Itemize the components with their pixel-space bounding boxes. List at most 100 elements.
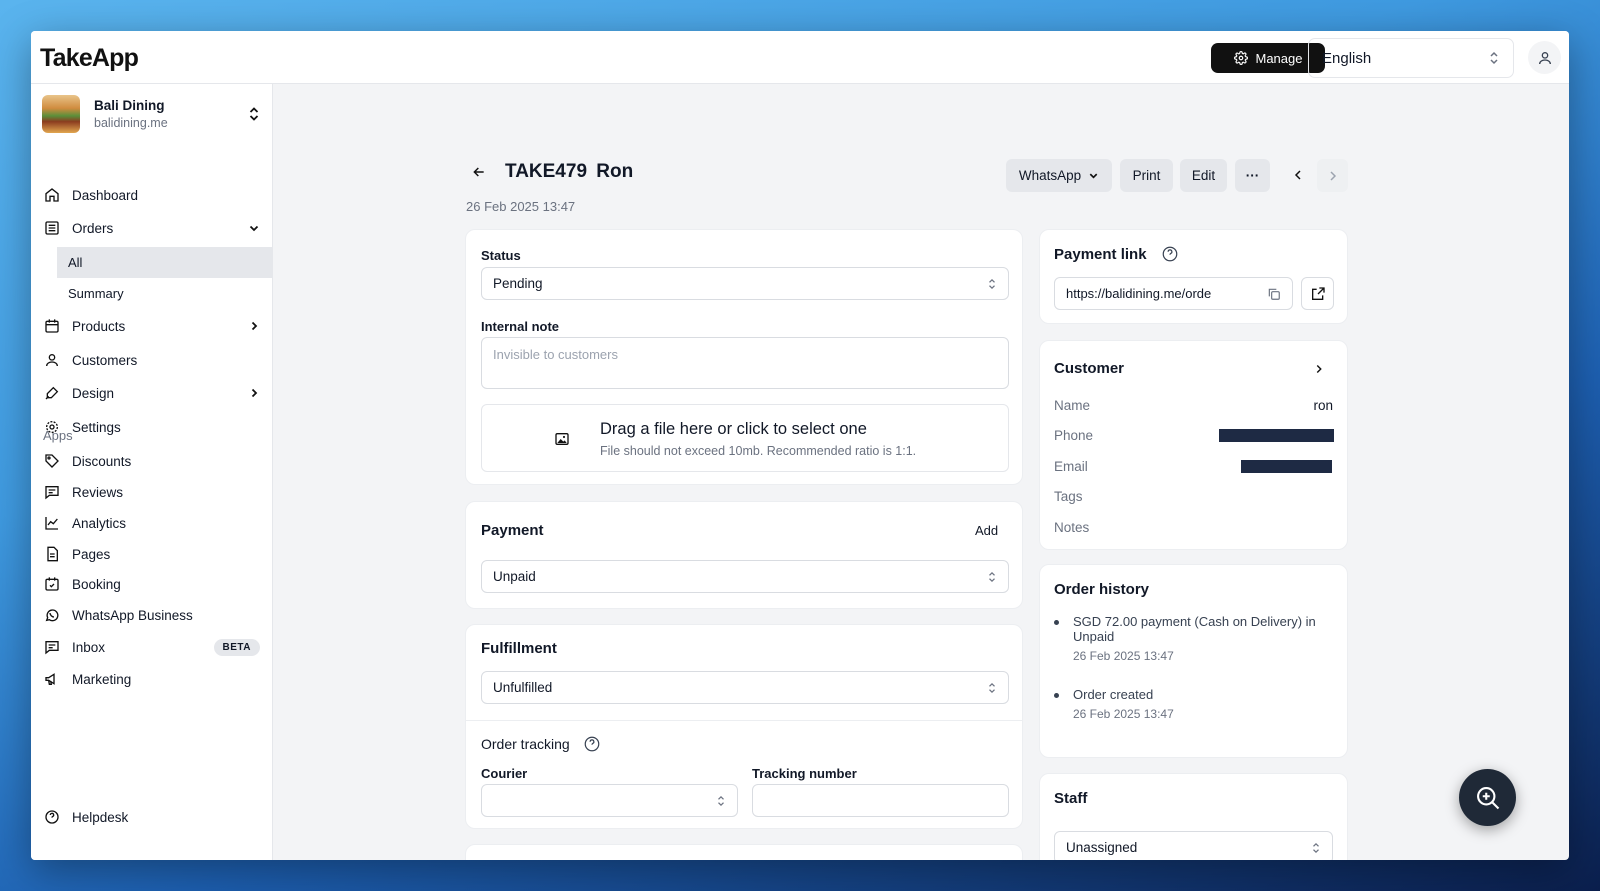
staff-title: Staff [1054,790,1088,807]
sidebar-item-settings[interactable]: Settings [43,412,260,442]
phone-redacted [1219,429,1334,442]
gear-icon [1233,51,1248,65]
payment-title: Payment [481,522,544,539]
sidebar-item-design[interactable]: Design [43,378,260,408]
status-select[interactable]: Pending [481,267,1009,300]
history-item-date: 26 Feb 2025 13:47 [1073,707,1174,721]
sidebar-item-customers[interactable]: Customers [43,345,260,375]
chevron-down-icon [248,222,260,234]
prev-order-button[interactable] [1290,167,1306,183]
zoom-assistant-button[interactable] [1459,769,1516,826]
sidebar-item-reviews[interactable]: Reviews [43,477,260,507]
fulfillment-status-select[interactable]: Unfulfilled [481,671,1009,704]
edit-button[interactable]: Edit [1180,159,1227,192]
chevron-updown-icon [248,106,260,122]
print-button[interactable]: Print [1120,159,1173,192]
staff-select[interactable]: Unassigned [1054,831,1333,860]
sidebar-item-dashboard[interactable]: Dashboard [43,180,260,210]
sidebar-item-inbox[interactable]: Inbox BETA [43,632,260,662]
language-value: English [1322,49,1372,67]
chevron-right-icon [248,320,260,332]
customer-title: Customer [1054,360,1125,377]
staff-value: Unassigned [1066,840,1138,855]
history-item-text: SGD 72.00 payment (Cash on Delivery) in … [1073,614,1316,644]
tag-icon [43,452,61,470]
order-history-card: Order history SGD 72.00 payment (Cash on… [1039,564,1348,758]
sidebar-item-analytics[interactable]: Analytics [43,508,260,538]
sidebar-item-pages[interactable]: Pages [43,539,260,569]
internal-note-input[interactable]: Invisible to customers [481,337,1009,389]
status-card: Status Pending Internal note Invisible t… [465,229,1023,485]
language-select[interactable]: English [1308,38,1514,78]
sidebar-item-discounts[interactable]: Discounts [43,446,260,476]
apps-section-label: Apps [43,428,73,443]
payment-card: Payment Add Unpaid [465,501,1023,609]
sidebar-item-orders-all[interactable]: All [57,247,272,278]
app-window: TakeApp Manage English Bali Dining balid… [31,31,1569,860]
chevron-right-icon[interactable] [1312,362,1326,376]
status-value: Pending [493,276,543,291]
extra-card [465,844,1023,860]
whatsapp-button[interactable]: WhatsApp [1006,159,1112,192]
sidebar-item-label: Analytics [72,515,127,531]
history-bullet [1054,693,1059,698]
dropzone-title: Drag a file here or click to select one [600,420,867,438]
tracking-number-input[interactable] [752,784,1009,817]
status-label: Status [481,248,521,263]
sidebar-item-helpdesk[interactable]: Helpdesk [43,802,260,832]
sidebar: Bali Dining balidining.me Dashboard Orde… [31,84,273,860]
chevron-left-icon [1294,170,1301,180]
store-url: balidining.me [94,116,168,130]
email-redacted [1241,460,1332,473]
dropzone-hint: File should not exceed 10mb. Recommended… [600,444,917,458]
chevron-updown-icon [1311,842,1321,854]
sidebar-item-whatsapp-business[interactable]: WhatsApp Business [43,600,260,630]
customer-email-key: Email [1054,459,1088,474]
copy-icon[interactable] [1267,287,1281,301]
customer-name-value: ron [1313,398,1333,413]
user-icon [43,351,61,369]
sidebar-item-products[interactable]: Products [43,311,260,341]
payment-link-card: Payment link https://balidining.me/orde [1039,229,1348,324]
payment-link-url: https://balidining.me/orde [1066,286,1212,301]
staff-card: Staff Unassigned [1039,773,1348,860]
payment-status-select[interactable]: Unpaid [481,560,1009,593]
help-circle-icon[interactable] [1161,245,1179,263]
order-customer-name: Ron [596,161,634,182]
message-square-icon [43,483,61,501]
open-payment-link-button[interactable] [1301,277,1334,310]
sidebar-item-marketing[interactable]: Marketing [43,664,260,694]
order-id: TAKE479 [505,161,588,182]
history-bullet [1054,620,1059,625]
help-circle-icon [43,808,61,826]
sidebar-item-label: Dashboard [72,187,139,203]
next-order-button[interactable] [1317,159,1348,192]
more-button[interactable]: ··· [1235,159,1270,192]
back-button[interactable] [471,164,487,180]
sidebar-item-orders-summary[interactable]: Summary [57,278,272,309]
internal-note-label: Internal note [481,319,560,334]
file-dropzone[interactable]: Drag a file here or click to select one … [481,404,1009,472]
app-logo[interactable]: TakeApp [40,44,139,73]
whatsapp-label: WhatsApp [1018,168,1082,183]
order-tracking-label: Order tracking [481,736,570,752]
chevron-right-icon [248,387,260,399]
courier-select[interactable] [481,784,738,817]
add-payment-button[interactable]: Add [975,523,998,538]
divider [466,720,1022,721]
sidebar-item-label: Booking [72,576,121,592]
arrow-left-icon [473,167,484,177]
chevron-updown-icon [987,682,997,694]
megaphone-icon [43,670,61,688]
payment-link-heading: Payment link [1054,245,1179,263]
sidebar-item-orders[interactable]: Orders [43,213,260,243]
store-switcher[interactable]: Bali Dining balidining.me [42,94,260,134]
customer-phone-key: Phone [1054,428,1094,443]
user-menu-button[interactable] [1528,41,1561,74]
sidebar-item-booking[interactable]: Booking [43,569,260,599]
payment-status-value: Unpaid [493,569,536,584]
external-link-icon [1310,286,1326,302]
sidebar-item-label: Customers [72,352,138,368]
help-circle-icon[interactable] [583,735,601,753]
payment-link-field[interactable]: https://balidining.me/orde [1054,277,1293,310]
